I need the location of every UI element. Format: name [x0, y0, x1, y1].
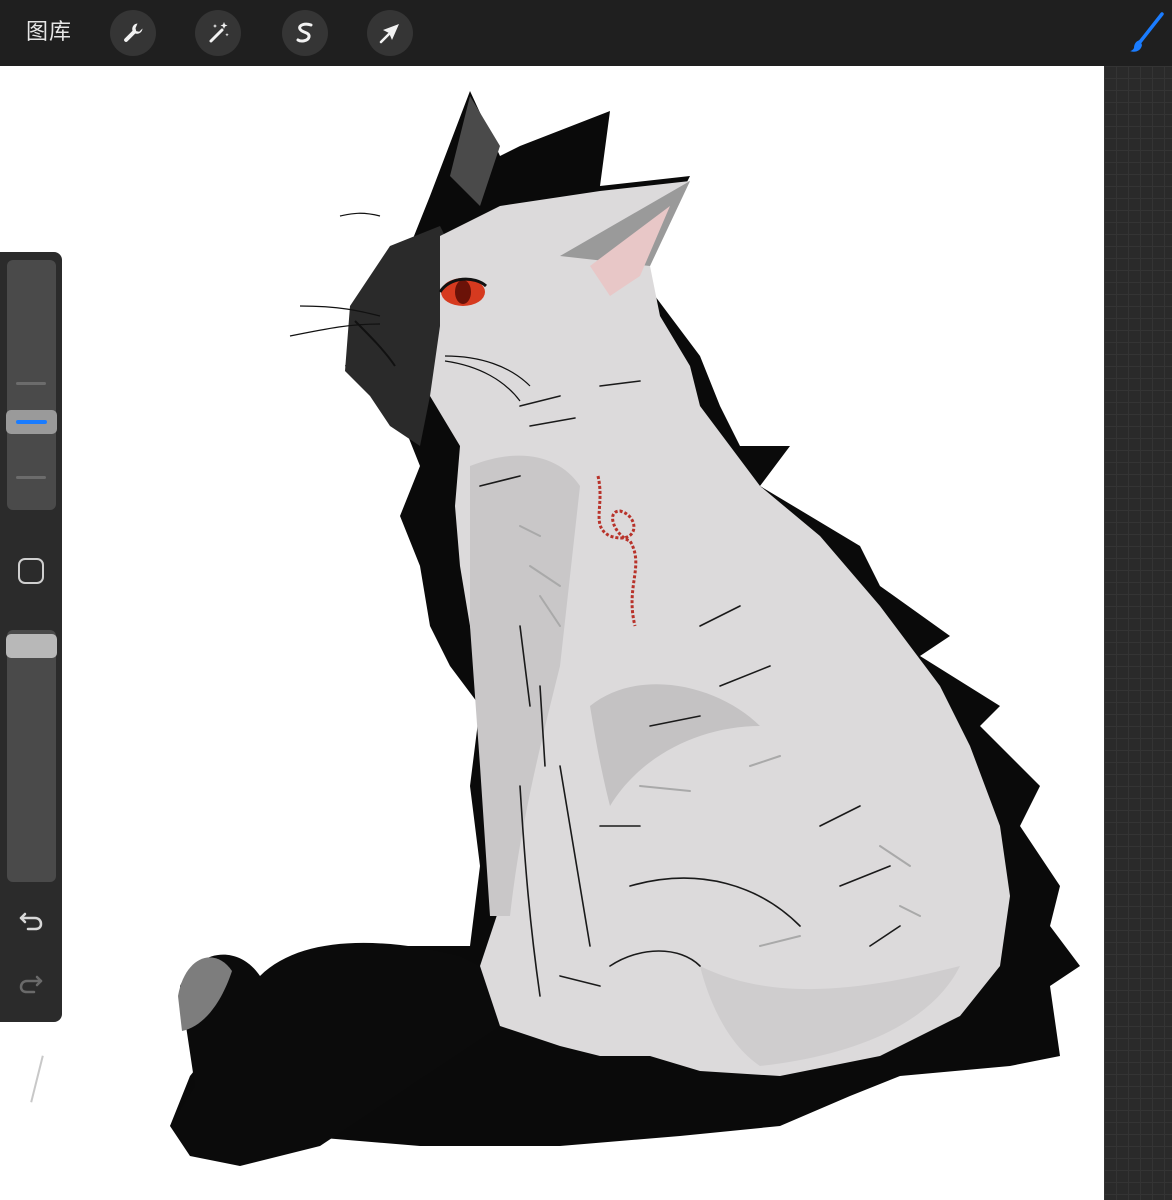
gallery-button[interactable]: 图库 [26, 17, 72, 49]
right-grid-panel [1104, 66, 1172, 1200]
undo-icon [19, 912, 43, 931]
opacity-slider-thumb[interactable] [6, 634, 57, 658]
redo-button[interactable] [16, 968, 46, 998]
modify-button[interactable] [18, 558, 44, 584]
opacity-slider[interactable] [6, 630, 57, 882]
selection-button[interactable] [282, 10, 328, 56]
adjustments-button[interactable] [195, 10, 241, 56]
brush-icon [1130, 12, 1164, 52]
wrench-icon [124, 23, 143, 42]
slider-tick [16, 476, 46, 479]
selection-icon [296, 22, 313, 43]
drawing-canvas[interactable] [0, 66, 1104, 1200]
redo-icon [19, 975, 43, 994]
thumb-indicator [16, 420, 47, 424]
left-sidebar [0, 252, 62, 1022]
cat-artwork [170, 91, 1080, 1166]
brush-size-slider[interactable] [6, 260, 57, 510]
slider-tick [16, 382, 46, 385]
magic-wand-icon [209, 22, 229, 43]
transform-button[interactable] [367, 10, 413, 56]
size-slider-thumb[interactable] [6, 410, 57, 434]
top-toolbar: 图库 [0, 0, 1172, 66]
actions-button[interactable] [110, 10, 156, 56]
transform-arrow-icon [379, 24, 399, 44]
undo-button[interactable] [16, 905, 46, 935]
brush-button[interactable] [1126, 8, 1166, 58]
